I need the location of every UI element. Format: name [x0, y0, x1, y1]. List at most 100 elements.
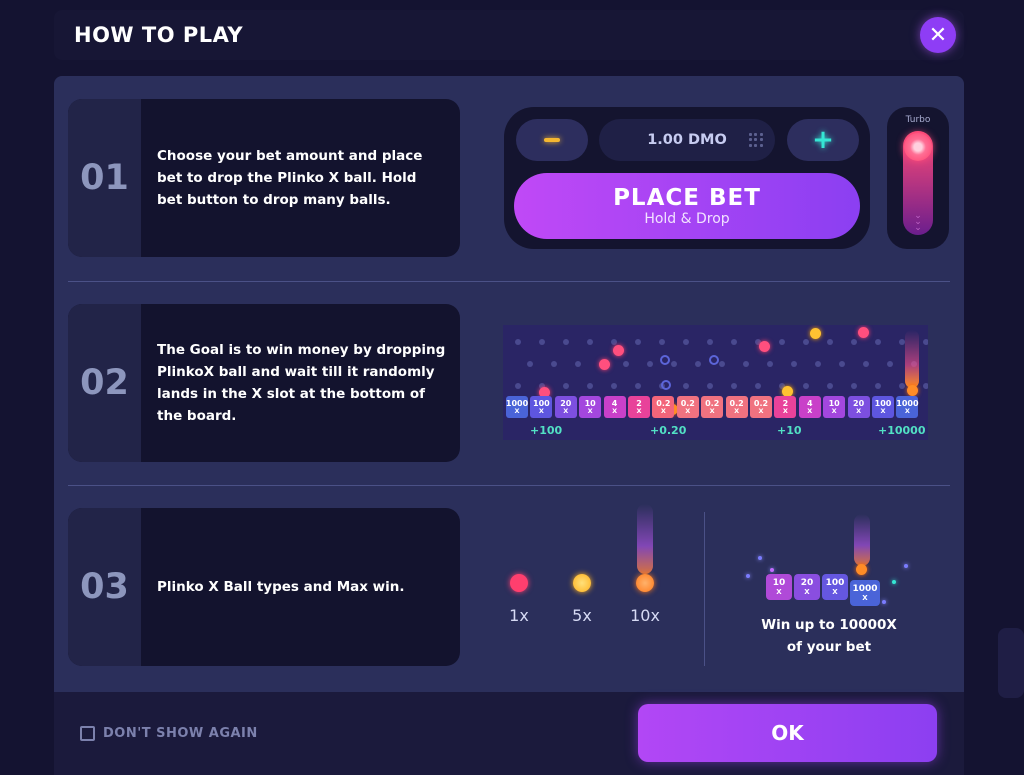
dont-show-again-toggle[interactable]: DON'T SHOW AGAIN — [80, 726, 258, 741]
slot-unit: X — [807, 406, 813, 415]
peg — [755, 383, 761, 389]
multiplier-slot: 0.2 X — [676, 396, 699, 418]
max-win-line-1: Win up to 10000X — [761, 617, 897, 633]
ball — [856, 564, 867, 575]
peg — [875, 383, 881, 389]
max-win-line-2: of your bet — [786, 639, 872, 655]
minus-icon — [544, 138, 560, 142]
grid-icon — [749, 133, 763, 147]
slot-value: 1000 — [852, 583, 878, 594]
multiplier-slot: 0.2 X — [652, 396, 675, 418]
slot-unit: X — [758, 406, 764, 415]
peg — [515, 339, 521, 345]
sparkle — [746, 574, 750, 578]
peg — [635, 383, 641, 389]
step-card-03: 03 Plinko X Ball types and Max win. — [68, 508, 460, 666]
place-bet-button[interactable]: PLACE BET Hold & Drop — [514, 173, 860, 239]
peg — [587, 383, 593, 389]
section-divider — [68, 281, 950, 282]
ball-type-5x: 5x — [562, 574, 602, 625]
section-divider — [68, 485, 950, 486]
dont-show-again-label: DON'T SHOW AGAIN — [103, 726, 258, 741]
slot-unit: X — [514, 406, 520, 415]
multiplier-slot: 100 X — [822, 574, 848, 600]
peg — [923, 383, 928, 389]
multiplier-slot: 0.2 X — [750, 396, 772, 418]
multiplier-slot: 1000 X — [896, 396, 919, 418]
max-win-illustration: Win up to 10000X of your bet 10 X 20 X 100 X 1… — [714, 512, 944, 672]
slot-unit: X — [782, 406, 788, 415]
step-card-02: 02 The Goal is to win money by dropping … — [68, 304, 460, 462]
peg-ring — [661, 380, 671, 390]
sparkle — [904, 564, 908, 568]
dialog-header: HOW TO PLAY ✕ — [54, 10, 964, 60]
peg — [839, 361, 845, 367]
ok-button[interactable]: OK — [638, 704, 937, 762]
dont-show-again-checkbox[interactable] — [80, 726, 95, 741]
dialog-footer: DON'T SHOW AGAIN OK — [54, 692, 964, 775]
slot-unit: X — [880, 406, 886, 415]
fire-trail — [854, 514, 870, 566]
multiplier-slot: 4X — [798, 396, 821, 418]
step-number: 02 — [68, 304, 141, 462]
step-description: Plinko X Ball types and Max win. — [157, 579, 405, 595]
fire-trail — [637, 504, 653, 574]
multiplier-slot: 1000 X — [506, 396, 528, 418]
peg — [779, 339, 785, 345]
slot-unit: X — [660, 406, 666, 415]
peg — [575, 361, 581, 367]
decrease-bet-button[interactable] — [516, 119, 588, 161]
close-button[interactable]: ✕ — [920, 17, 956, 53]
step-description: The Goal is to win money by dropping Pli… — [157, 342, 446, 424]
bet-amount: 1.00 DMO — [647, 132, 727, 148]
peg — [875, 339, 881, 345]
increase-bet-button[interactable]: + — [787, 119, 859, 161]
peg — [635, 339, 641, 345]
turbo-slider[interactable]: ⌄ ⌄ ⌄ — [903, 131, 933, 235]
ball-icon — [573, 574, 591, 592]
ball-multiplier: 10x — [630, 606, 660, 625]
peg — [863, 361, 869, 367]
step-description: Choose your bet amount and place bet to … — [157, 148, 423, 208]
peg — [707, 383, 713, 389]
multiplier-slot: 0.2 X — [701, 396, 724, 418]
step-card-01: 01 Choose your bet amount and place bet … — [68, 99, 460, 257]
plinko-board-illustration: +100 +0.20 +10 +10000 1000 X 100 X 20 X 10 X 4 X 2… — [503, 325, 928, 440]
slot-unit: X — [685, 406, 691, 415]
peg — [671, 361, 677, 367]
peg — [719, 361, 725, 367]
bet-amount-field[interactable]: 1.00 DMO — [599, 119, 775, 161]
slot-unit: X — [636, 406, 642, 415]
peg — [791, 361, 797, 367]
multiplier-slot: 20 X — [847, 396, 870, 418]
peg — [767, 361, 773, 367]
multiplier-slot: 10 X — [579, 396, 602, 418]
peg — [803, 383, 809, 389]
slot-unit: X — [612, 406, 618, 415]
ball — [599, 359, 610, 370]
place-bet-label: PLACE BET — [613, 185, 761, 211]
ball — [613, 345, 624, 356]
background-game-panel — [998, 628, 1024, 698]
turbo-label: Turbo — [905, 115, 931, 125]
peg — [563, 383, 569, 389]
peg — [743, 361, 749, 367]
sparkle — [882, 600, 886, 604]
ball-multiplier: 5x — [572, 606, 592, 625]
turbo-slider-handle[interactable] — [904, 133, 932, 161]
sparkle — [892, 580, 896, 584]
multiplier-slot: 10 X — [823, 396, 846, 418]
multiplier-slot: 10 X — [766, 574, 792, 600]
slot-unit: X — [904, 406, 910, 415]
multiplier-slot: 2X — [774, 396, 797, 418]
slot-unit: X — [776, 587, 782, 596]
chevron-down-icon: ⌄ ⌄ ⌄ — [914, 211, 922, 233]
peg — [851, 339, 857, 345]
ball-multiplier: 1x — [509, 606, 529, 625]
peg — [815, 361, 821, 367]
ball — [907, 385, 918, 396]
peg — [647, 361, 653, 367]
multiplier-slot: 20 X — [554, 396, 577, 418]
fire-trail — [905, 330, 919, 388]
peg — [707, 339, 713, 345]
